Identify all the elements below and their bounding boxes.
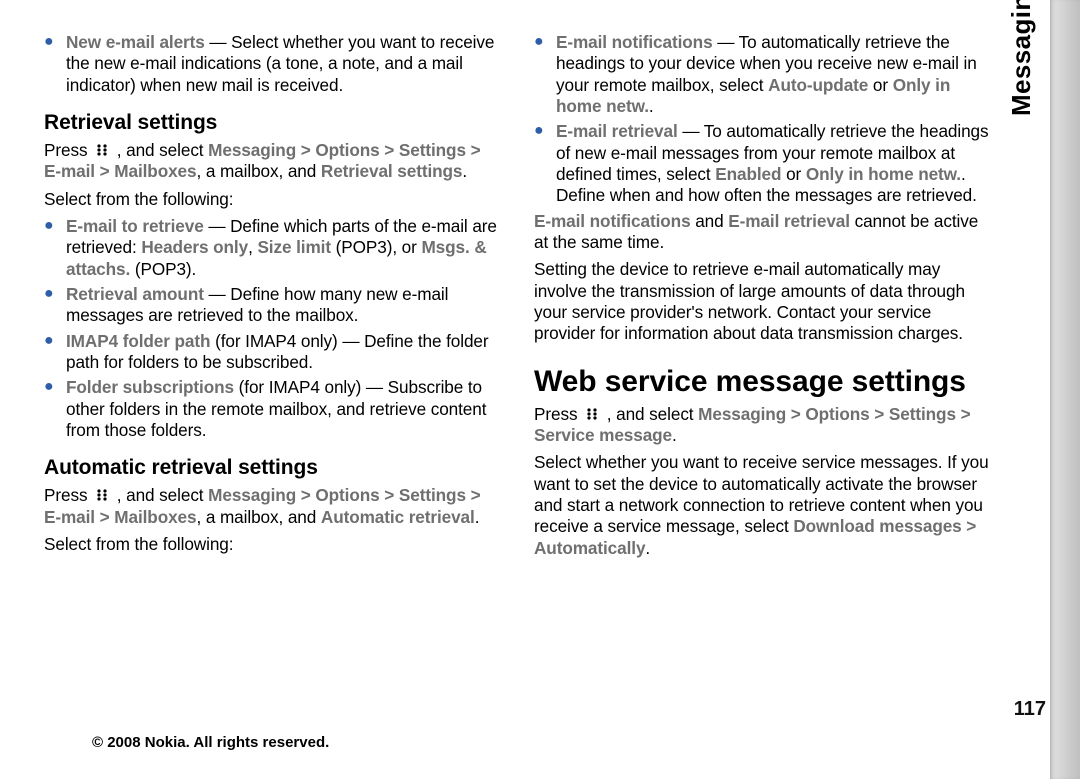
bullet-folder-subscriptions: Folder subscriptions (for IMAP4 only) — … bbox=[44, 377, 502, 441]
bullet-new-email-alerts: New e-mail alerts — Select whether you w… bbox=[44, 32, 502, 96]
menu-key-icon bbox=[94, 142, 110, 158]
auto-lead: Press , and select Messaging > Options >… bbox=[44, 485, 502, 528]
bullet-email-to-retrieve: E-mail to retrieve — Define which parts … bbox=[44, 216, 502, 280]
web-lead: Press , and select Messaging > Options >… bbox=[534, 404, 992, 447]
heading-web-service-msg: Web service message settings bbox=[534, 363, 992, 400]
menu-key-icon bbox=[584, 406, 600, 422]
page-number: 117 bbox=[1014, 698, 1046, 721]
auto-select: Select from the following: bbox=[44, 534, 502, 555]
note-data-charges: Setting the device to retrieve e-mail au… bbox=[534, 259, 992, 344]
retrieval-select: Select from the following: bbox=[44, 189, 502, 210]
page: Messaging 117 © 2008 Nokia. All rights r… bbox=[0, 0, 1080, 779]
bullet-imap4-folder-path: IMAP4 folder path (for IMAP4 only) — Def… bbox=[44, 331, 502, 374]
heading-automatic-retrieval: Automatic retrieval settings bbox=[44, 455, 502, 481]
body-text: New e-mail alerts — Select whether you w… bbox=[44, 32, 992, 565]
note-mutual-exclusive: E-mail notifications and E-mail retrieva… bbox=[534, 211, 992, 254]
section-tab-label: Messaging bbox=[1006, 68, 1037, 116]
page-edge-decor bbox=[1050, 0, 1080, 779]
bullet-retrieval-amount: Retrieval amount — Define how many new e… bbox=[44, 284, 502, 327]
bullet-email-retrieval: E-mail retrieval — To automatically retr… bbox=[534, 121, 992, 206]
web-body: Select whether you want to receive servi… bbox=[534, 452, 992, 559]
copyright-footer: © 2008 Nokia. All rights reserved. bbox=[92, 734, 329, 751]
menu-key-icon bbox=[94, 487, 110, 503]
heading-retrieval-settings: Retrieval settings bbox=[44, 110, 502, 136]
bullet-email-notifications: E-mail notifications — To automatically … bbox=[534, 32, 992, 117]
section-tab: Messaging bbox=[998, 20, 1046, 180]
term: New e-mail alerts bbox=[66, 32, 205, 52]
retrieval-lead: Press , and select Messaging > Options >… bbox=[44, 140, 502, 183]
